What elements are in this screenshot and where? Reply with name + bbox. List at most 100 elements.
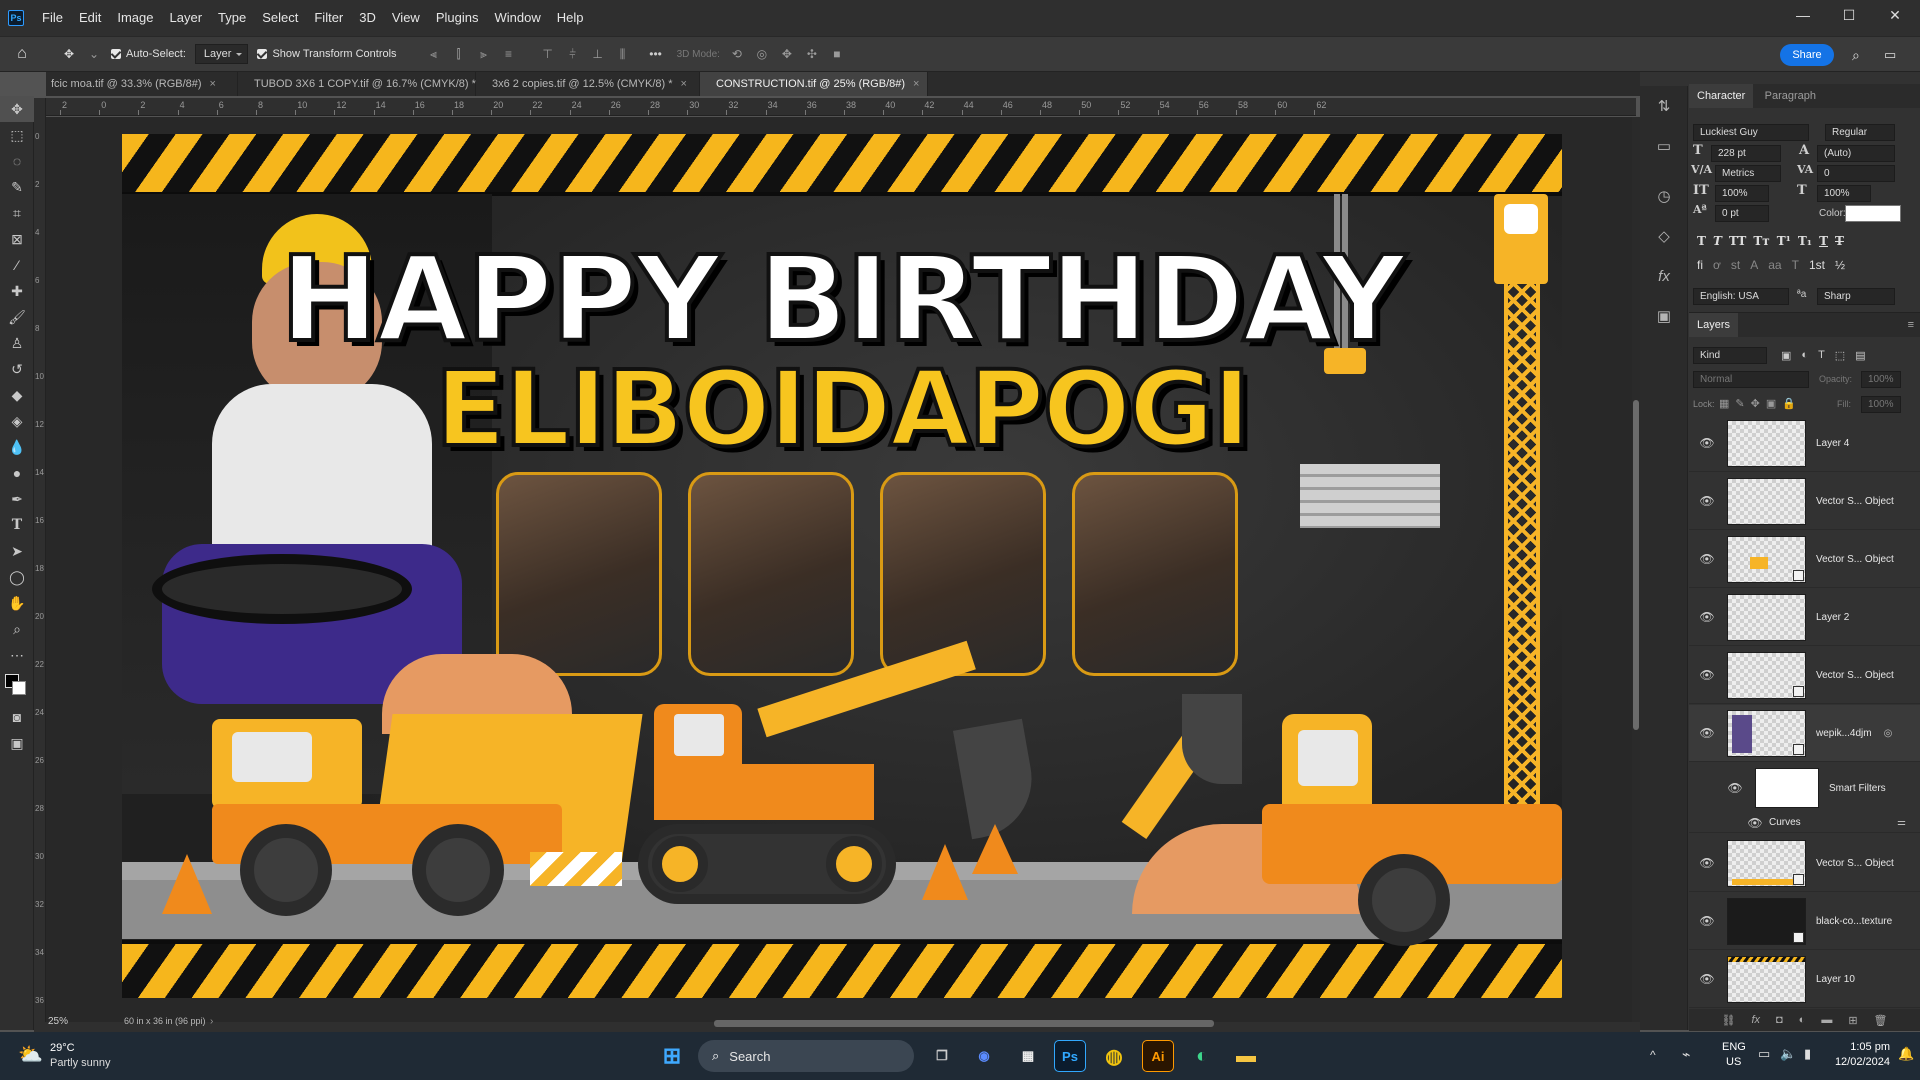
faux-italic-icon[interactable]: T (1713, 234, 1722, 248)
menu-image[interactable]: Image (109, 0, 161, 36)
align-top-icon[interactable]: ⊤ (540, 47, 556, 61)
eyedropper-tool-icon[interactable]: ⁄ (0, 252, 34, 278)
menu-select[interactable]: Select (254, 0, 306, 36)
distribute-vertical-icon[interactable]: ⫼ (615, 47, 631, 61)
libraries-icon[interactable]: ⇅ (1640, 86, 1688, 126)
maximize-button[interactable]: ☐ (1826, 0, 1872, 30)
close-window-button[interactable]: ✕ (1872, 0, 1918, 30)
menu-layer[interactable]: Layer (162, 0, 211, 36)
tab-fcic-moa[interactable]: fcic moa.tif @ 33.3% (RGB/8#) × (46, 72, 238, 96)
zoom-app-icon[interactable]: ◉ (968, 1040, 1000, 1072)
leading-field[interactable]: (Auto) (1817, 145, 1895, 162)
ordinals-icon[interactable]: 1st (1809, 258, 1825, 272)
new-layer-icon[interactable]: ⊞ (1848, 1014, 1857, 1027)
paint-bucket-tool-icon[interactable]: ◈ (0, 408, 34, 434)
clock-date[interactable]: 12/02/2024 (1812, 1056, 1890, 1068)
baseline-shift-field[interactable]: 0 pt (1715, 205, 1769, 222)
background-color-swatch[interactable] (12, 681, 26, 695)
all-caps-icon[interactable]: TT (1729, 234, 1746, 248)
language-dropdown[interactable]: English: USA (1693, 288, 1789, 305)
menu-filter[interactable]: Filter (306, 0, 351, 36)
small-caps-icon[interactable]: Tт (1753, 234, 1769, 248)
volume-icon[interactable]: 🔈 (1780, 1046, 1796, 1062)
weather-icon[interactable]: ⛅ (18, 1042, 43, 1067)
subscript-icon[interactable]: T₁ (1798, 234, 1812, 248)
artwork-canvas[interactable]: HAPPY BIRTHDAY ELIBOIDAPOGI (122, 134, 1562, 998)
tab-paragraph[interactable]: Paragraph (1757, 84, 1824, 108)
tab-construction[interactable]: CONSTRUCTION.tif @ 25% (RGB/8#) × (700, 72, 928, 96)
strikethrough-icon[interactable]: T (1835, 234, 1844, 248)
panel-menu-icon[interactable]: ≡ (1908, 319, 1914, 331)
layer-style-icon[interactable]: fx (1751, 1014, 1760, 1026)
show-transform-checkbox[interactable]: Show Transform Controls (257, 48, 397, 60)
chevron-up-icon[interactable]: ^ (1650, 1048, 1656, 1062)
layer-row[interactable]: 👁 Vector S... Object (1689, 531, 1920, 588)
auto-select-target-dropdown[interactable]: Layer (194, 44, 249, 64)
menu-edit[interactable]: Edit (71, 0, 109, 36)
antialias-dropdown[interactable]: Sharp (1817, 288, 1895, 305)
edge-icon[interactable]: ◐ (1186, 1040, 1218, 1072)
titling-icon[interactable]: aa (1768, 258, 1781, 272)
filter-adjustment-icon[interactable]: ◐ (1801, 349, 1808, 362)
eye-icon[interactable]: 👁 (1699, 610, 1715, 624)
eye-icon[interactable]: 👁 (1699, 972, 1715, 986)
workspace-icon[interactable]: ▭ (1884, 47, 1896, 63)
hand-tool-icon[interactable]: ✋ (0, 590, 34, 616)
layer-row[interactable]: 👁 black-co...texture (1689, 893, 1920, 950)
adjustment-layer-icon[interactable]: ◐ (1799, 1014, 1806, 1026)
tab-3x6-copies[interactable]: 3x6 2 copies.tif @ 12.5% (CMYK/8) * × (476, 72, 700, 96)
blur-tool-icon[interactable]: 💧 (0, 434, 34, 460)
close-icon[interactable]: × (210, 78, 216, 90)
quick-select-tool-icon[interactable]: ✎ (0, 174, 34, 200)
filter-shape-icon[interactable]: ⬚ (1835, 349, 1845, 362)
notification-icon[interactable]: 🔔 (1898, 1046, 1914, 1062)
chrome-icon[interactable]: ◍ (1098, 1040, 1130, 1072)
align-right-icon[interactable]: ⫸ (476, 47, 492, 61)
align-bottom-icon[interactable]: ⊥ (590, 47, 606, 61)
smart-filters-row[interactable]: 👁 Smart Filters (1689, 763, 1920, 813)
clone-stamp-tool-icon[interactable]: ♙ (0, 330, 34, 356)
edit-toolbar-icon[interactable]: ⋯ (0, 642, 34, 668)
align-center-icon[interactable]: ⫿ (451, 47, 467, 61)
comments-icon[interactable]: ▭ (1640, 126, 1688, 166)
share-button[interactable]: Share (1780, 44, 1834, 66)
align-left-icon[interactable]: ⫷ (426, 47, 442, 61)
layer-row[interactable]: 👁 Vector S... Object (1689, 647, 1920, 704)
opacity-field[interactable]: 100% (1861, 371, 1901, 388)
layer-row[interactable]: 👁 Layer 10 (1689, 951, 1920, 1008)
more-options-icon[interactable]: ••• (648, 47, 664, 61)
chevron-right-icon[interactable]: › (210, 1016, 213, 1027)
eye-icon[interactable]: 👁 (1699, 494, 1715, 508)
eye-icon[interactable]: 👁 (1727, 781, 1743, 795)
healing-brush-tool-icon[interactable]: ✚ (0, 278, 34, 304)
superscript-icon[interactable]: T¹ (1777, 234, 1791, 248)
pen-tool-icon[interactable]: ✒ (0, 486, 34, 512)
quick-mask-icon[interactable]: ◙ (0, 704, 34, 730)
eye-icon[interactable]: 👁 (1699, 436, 1715, 450)
task-view-icon[interactable]: ❐ (926, 1040, 958, 1072)
ligature-icon[interactable]: fi (1697, 258, 1703, 272)
horizontal-scale-field[interactable]: 100% (1817, 185, 1871, 202)
tab-tubod[interactable]: TUBOD 3X6 1 COPY.tif @ 16.7% (CMYK/8) *× (238, 72, 490, 96)
filter-type-icon[interactable]: T (1818, 349, 1825, 362)
scrollbar-thumb[interactable] (1633, 400, 1639, 730)
underline-icon[interactable]: T (1819, 234, 1828, 248)
home-icon[interactable]: ⌂ (14, 46, 30, 62)
network-icon[interactable]: ⌁ (1682, 1046, 1690, 1063)
zoom-level[interactable]: 25% (48, 1016, 68, 1027)
menu-view[interactable]: View (384, 0, 428, 36)
curves-filter-row[interactable]: 👁 Curves ⚌ (1689, 813, 1920, 833)
history-icon[interactable]: ◷ (1640, 176, 1688, 216)
layer-row[interactable]: 👁 wepik...4djm ◎ (1689, 705, 1920, 762)
auto-select-checkbox[interactable]: Auto-Select: (111, 48, 186, 60)
font-style-dropdown[interactable]: Regular (1825, 124, 1895, 141)
battery-icon[interactable]: ▮ (1804, 1046, 1811, 1062)
eye-icon[interactable]: 👁 (1699, 856, 1715, 870)
blend-mode-dropdown[interactable]: Normal (1693, 371, 1809, 388)
close-icon[interactable]: × (681, 78, 687, 90)
eye-icon[interactable]: 👁 (1699, 668, 1715, 682)
move-tool-icon[interactable]: ✥ (61, 47, 77, 61)
brush-tool-icon[interactable]: 🖌 (0, 304, 34, 330)
menu-window[interactable]: Window (486, 0, 548, 36)
3d-icon[interactable]: ◇ (1640, 216, 1688, 256)
